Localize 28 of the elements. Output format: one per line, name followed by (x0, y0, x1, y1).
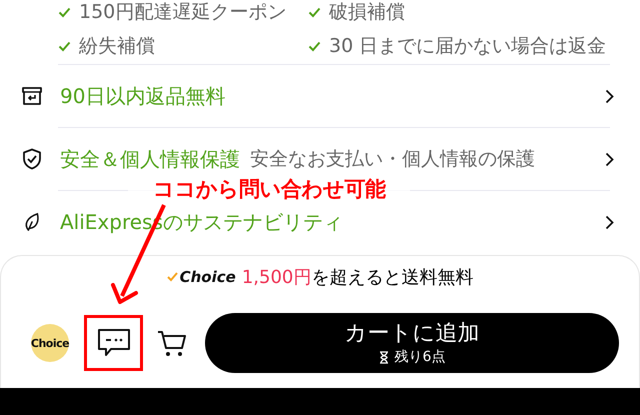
return-box-icon (21, 86, 43, 106)
check-icon (58, 6, 71, 18)
guarantee-text: 破損補償 (329, 0, 405, 25)
check-icon (308, 6, 321, 18)
choice-badge[interactable]: Choice (31, 324, 69, 362)
add-to-cart-button[interactable]: カートに追加 残り6点 (205, 313, 619, 373)
leaf-icon (23, 211, 41, 233)
highlight-frame (84, 315, 143, 371)
annotation-text: ココから問い合わせ可能 (128, 176, 410, 202)
chevron-right-icon (605, 214, 614, 230)
stock-text: 残り6点 (394, 348, 446, 366)
check-icon (166, 272, 178, 282)
row-subtitle: 安全なお支払い・個人情報の保護 (250, 147, 535, 171)
guarantee-text: 30 日までに届かない場合は返金 (329, 34, 606, 59)
shipping-text: 1,500円 を超えると送料無料 (242, 266, 474, 289)
row-title: 90日以内返品無料 (60, 84, 226, 108)
guarantee-text: 紛失補償 (79, 34, 155, 59)
chevron-right-icon (605, 88, 614, 104)
choice-label: Choice (180, 268, 236, 286)
guarantee-text: 150円配達遅延クーポン (79, 0, 286, 25)
chevron-right-icon (605, 152, 614, 166)
row-title: 安全＆個人情報保護 (60, 147, 240, 171)
hourglass-icon (378, 350, 389, 364)
check-icon (58, 40, 71, 52)
check-icon (308, 40, 321, 52)
shield-check-icon (22, 148, 42, 170)
cart-icon[interactable] (157, 328, 187, 358)
chat-icon[interactable] (97, 328, 131, 358)
